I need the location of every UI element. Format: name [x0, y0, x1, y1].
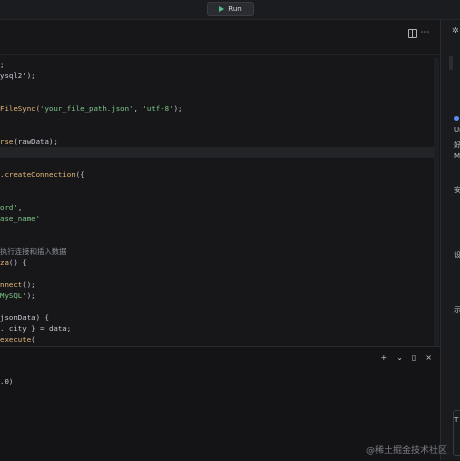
code-token: () {	[8, 258, 27, 267]
code-line[interactable]: 执行连接和插入数据	[0, 246, 436, 257]
chevron-down-icon[interactable]: ⌄	[396, 353, 403, 362]
code-line[interactable]	[0, 180, 436, 191]
terminal-output: .0)	[0, 377, 14, 386]
code-token: ysql2');	[0, 71, 36, 80]
terminal-toolbar: + ⌄ ▯ ×	[380, 353, 432, 362]
panel-text-3: M	[454, 152, 460, 160]
panel-text-5: 设	[454, 250, 460, 260]
code-line[interactable]: .createConnection({	[0, 169, 436, 180]
code-line[interactable]	[0, 92, 436, 103]
settings-icon[interactable]: ✲	[452, 26, 459, 35]
split-editor-icon[interactable]	[406, 27, 418, 39]
code-line[interactable]: za() {	[0, 257, 436, 268]
play-icon	[219, 6, 225, 12]
close-icon[interactable]: ×	[425, 353, 432, 362]
code-line[interactable]: ord',	[0, 202, 436, 213]
panel-text-7: T	[454, 416, 459, 424]
editor-header: ⋯	[0, 20, 440, 55]
code-token: ase_name'	[0, 214, 41, 223]
code-token: ({	[75, 170, 85, 179]
code-line[interactable]: jsonData) {	[0, 312, 436, 323]
code-token: MySQL'	[0, 291, 27, 300]
code-line[interactable]: ase_name'	[0, 213, 436, 224]
code-line[interactable]: rse(rawData);	[0, 136, 436, 147]
code-line[interactable]	[0, 191, 436, 202]
code-line[interactable]: FileSync('your_file_path.json', 'utf-8')…	[0, 103, 436, 114]
code-line[interactable]: nnect();	[0, 279, 436, 290]
code-line[interactable]: . city } = data;	[0, 323, 436, 334]
code-token: execute	[0, 335, 32, 344]
split-terminal-icon[interactable]: ▯	[412, 353, 416, 362]
panel-text-6: 示	[454, 305, 460, 315]
more-options-icon[interactable]: ⋯	[419, 27, 431, 39]
code-token: za	[0, 258, 9, 267]
code-token: 'utf-8'	[142, 104, 174, 113]
panel-scroll-indicator	[449, 56, 453, 70]
code-token: ();	[22, 280, 36, 289]
code-line[interactable]	[0, 301, 436, 312]
chat-side-panel[interactable]: ✲ Ur 好 M 安 设 示 T	[440, 20, 460, 460]
code-lines[interactable]: ; ysql2'); FileSync('your_file_path.json',…	[0, 59, 436, 345]
status-dot-icon	[454, 116, 459, 121]
code-token: 'your_file_path.json'	[40, 104, 134, 113]
code-token: jsonData) {	[0, 313, 49, 322]
code-line[interactable]	[0, 81, 436, 92]
code-token: (	[31, 335, 36, 344]
top-bar: Run	[0, 0, 460, 20]
code-token: . city } = data;	[0, 324, 72, 333]
code-line[interactable]	[0, 147, 436, 158]
code-line[interactable]: ysql2');	[0, 70, 436, 81]
panel-text-4: 安	[454, 185, 460, 195]
code-line[interactable]	[0, 125, 436, 136]
code-token: (rawData);	[13, 137, 58, 146]
code-token: createConnection	[4, 170, 76, 179]
panel-text-1: Ur	[454, 126, 460, 134]
add-terminal-icon[interactable]: +	[380, 353, 387, 362]
code-line[interactable]	[0, 268, 436, 279]
code-token: ,	[17, 203, 23, 212]
watermark: @稀土掘金技术社区	[366, 446, 448, 456]
code-line[interactable]: MySQL');	[0, 290, 436, 301]
code-line[interactable]: ;	[0, 59, 436, 70]
code-token: rse	[0, 137, 14, 146]
code-token: FileSync(	[0, 104, 41, 113]
editor-scrollbar[interactable]	[434, 58, 439, 358]
code-token: );	[26, 291, 36, 300]
code-line[interactable]	[0, 224, 436, 235]
code-token: 执行连接和插入数据	[0, 247, 67, 256]
code-line[interactable]	[0, 114, 436, 125]
code-line[interactable]	[0, 235, 436, 246]
code-token: );	[173, 104, 183, 113]
code-token: ord'	[0, 203, 18, 212]
code-line[interactable]: execute(	[0, 334, 436, 345]
run-button[interactable]: Run	[207, 2, 254, 16]
code-token: nnect	[0, 280, 23, 289]
code-line[interactable]	[0, 158, 436, 169]
code-editor[interactable]: ⋯ ; ysql2'); FileSync('your_file_path.json…	[0, 20, 440, 358]
code-token: ;	[0, 60, 5, 69]
panel-text-2: 好	[454, 140, 460, 150]
run-button-label: Run	[228, 5, 242, 13]
